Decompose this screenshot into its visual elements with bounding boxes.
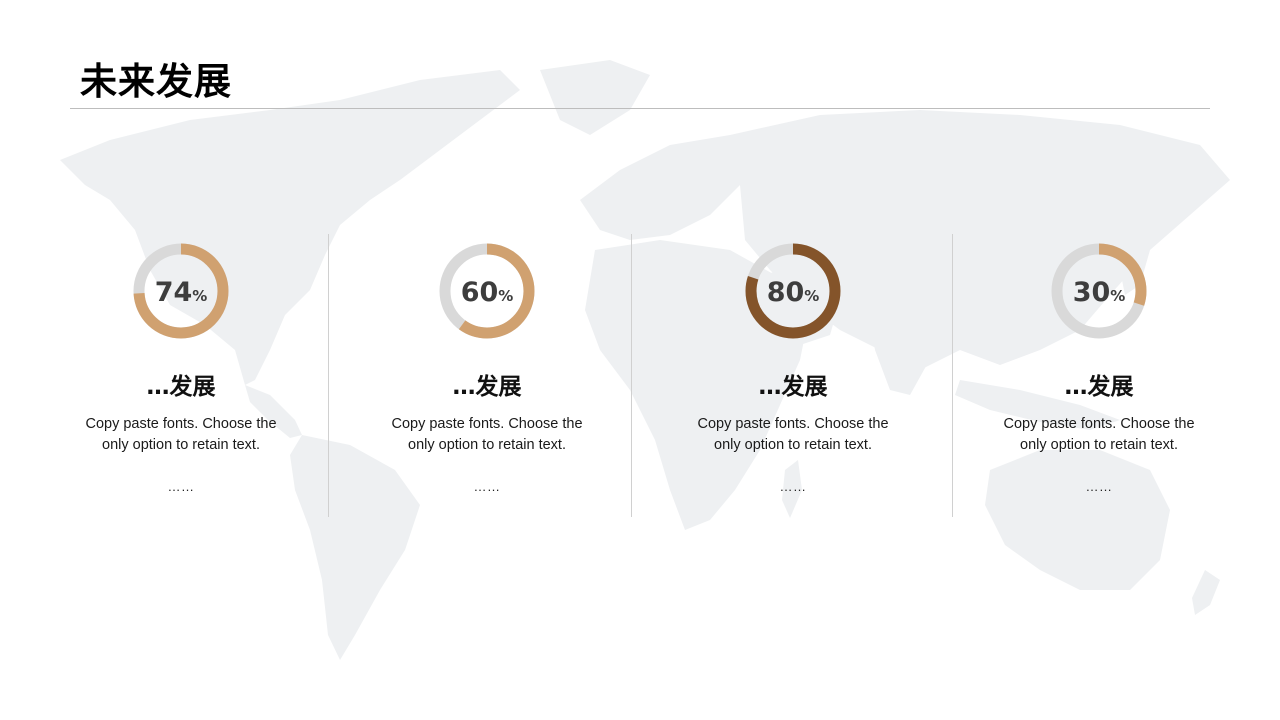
donut-value-label: 74%	[155, 277, 208, 308]
donut-chart: 80%	[745, 243, 841, 339]
donut-value-label: 30%	[1073, 277, 1126, 308]
progress-card: 74% …发展 Copy paste fonts. Choose the onl…	[61, 240, 301, 495]
card-description: Copy paste fonts. Choose the only option…	[61, 414, 301, 456]
donut-value: 60	[461, 277, 499, 308]
column-divider	[952, 234, 953, 517]
card-ellipsis: ……	[473, 479, 501, 494]
card-description: Copy paste fonts. Choose the only option…	[673, 414, 913, 456]
card-heading: …发展	[452, 374, 522, 400]
card-description-line: only option to retain text.	[714, 437, 872, 453]
donut-value-label: 80%	[767, 277, 820, 308]
card-description-line: only option to retain text.	[1020, 437, 1178, 453]
progress-card: 80% …发展 Copy paste fonts. Choose the onl…	[673, 240, 913, 495]
donut-chart: 30%	[1051, 243, 1147, 339]
donut-value-label: 60%	[461, 277, 514, 308]
card-description: Copy paste fonts. Choose the only option…	[367, 414, 607, 456]
donut-chart: 60%	[439, 243, 535, 339]
donut-chart: 74%	[133, 243, 229, 339]
donut-value: 80	[767, 277, 805, 308]
card-description-line: only option to retain text.	[102, 437, 260, 453]
donut-unit: %	[498, 287, 513, 305]
donut-value: 74	[155, 277, 193, 308]
card-ellipsis: ……	[167, 479, 195, 494]
card-heading: …发展	[758, 374, 828, 400]
donut-value: 30	[1073, 277, 1111, 308]
card-ellipsis: ……	[779, 479, 807, 494]
progress-card: 60% …发展 Copy paste fonts. Choose the onl…	[367, 240, 607, 495]
column-divider	[328, 234, 329, 517]
card-ellipsis: ……	[1085, 479, 1113, 494]
card-description-line: only option to retain text.	[408, 437, 566, 453]
card-description-line: Copy paste fonts. Choose the	[391, 416, 583, 432]
progress-card: 30% …发展 Copy paste fonts. Choose the onl…	[979, 240, 1219, 495]
page-title: 未来发展	[80, 60, 232, 103]
card-description-line: Copy paste fonts. Choose the	[697, 416, 889, 432]
card-description-line: Copy paste fonts. Choose the	[85, 416, 277, 432]
card-heading: …发展	[1064, 374, 1134, 400]
card-description-line: Copy paste fonts. Choose the	[1003, 416, 1195, 432]
card-heading: …发展	[146, 374, 216, 400]
title-underline	[70, 108, 1210, 109]
donut-unit: %	[804, 287, 819, 305]
column-divider	[631, 234, 632, 517]
donut-unit: %	[192, 287, 207, 305]
card-description: Copy paste fonts. Choose the only option…	[979, 414, 1219, 456]
donut-unit: %	[1110, 287, 1125, 305]
